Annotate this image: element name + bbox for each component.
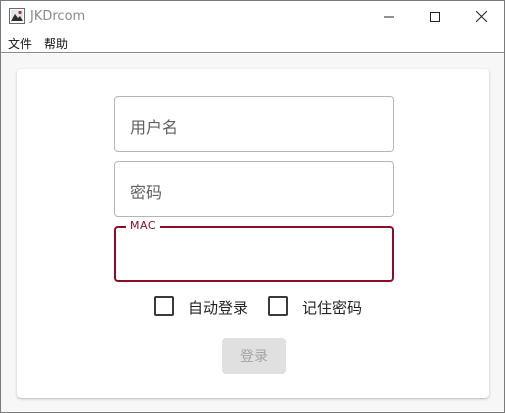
- menu-bar: 文件 帮助: [1, 32, 504, 53]
- maximize-button[interactable]: [412, 1, 458, 32]
- window-title: JKDrcom: [30, 9, 86, 24]
- remember-password-label[interactable]: 记住密码: [302, 297, 362, 318]
- close-icon: [475, 7, 487, 26]
- username-placeholder: 用户名: [130, 118, 179, 137]
- remember-password-checkbox[interactable]: [268, 296, 288, 316]
- menu-help[interactable]: 帮助: [44, 35, 68, 52]
- mac-field-label: MAC: [126, 219, 161, 233]
- title-bar[interactable]: JKDrcom: [1, 1, 504, 32]
- password-field[interactable]: 密码: [114, 161, 394, 217]
- maximize-icon: [430, 7, 440, 26]
- username-field[interactable]: 用户名: [114, 96, 394, 152]
- menu-file[interactable]: 文件: [8, 35, 32, 52]
- login-card: 用户名 密码 MAC 自动登录 记住密码 登录: [17, 69, 489, 398]
- auto-login-checkbox[interactable]: [154, 296, 174, 316]
- content-area: 用户名 密码 MAC 自动登录 记住密码 登录: [1, 54, 504, 412]
- auto-login-label[interactable]: 自动登录: [188, 297, 248, 318]
- close-button[interactable]: [458, 1, 504, 32]
- app-window: JKDrcom 文件 帮助 用户名 密码 MAC 自动登录 记住密码 登录: [0, 0, 505, 413]
- mac-field[interactable]: MAC: [114, 219, 394, 282]
- app-logo-icon: [9, 8, 25, 24]
- password-placeholder: 密码: [130, 183, 163, 202]
- minimize-button[interactable]: [366, 1, 412, 32]
- minimize-icon: [384, 7, 394, 26]
- login-button[interactable]: 登录: [222, 338, 286, 374]
